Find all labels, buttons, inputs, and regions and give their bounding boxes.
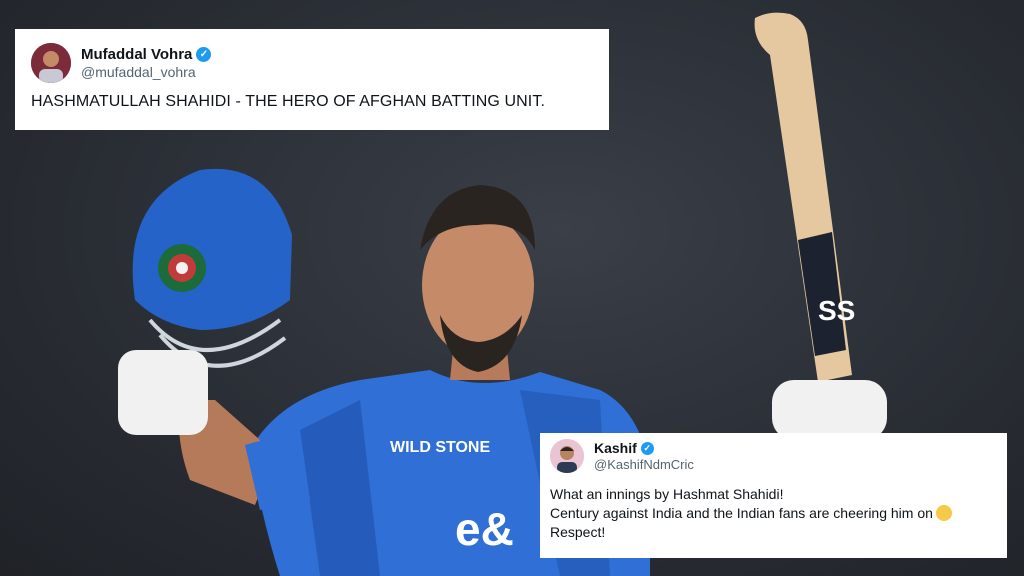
author-name[interactable]: Kashif <box>594 440 637 457</box>
verified-badge-icon: ✓ <box>196 47 212 63</box>
avatar[interactable] <box>550 439 584 473</box>
author-handle[interactable]: @mufaddal_vohra <box>81 64 211 81</box>
tweet-text: What an innings by Hashmat Shahidi! Cent… <box>550 485 997 542</box>
tweet-line: What an innings by Hashmat Shahidi! <box>550 486 784 502</box>
tweet-header: Kashif ✓ @KashifNdmCric <box>550 439 997 473</box>
right-glove <box>772 380 887 440</box>
verified-badge-icon: ✓ <box>640 441 654 455</box>
avatar-image <box>31 43 71 83</box>
author-name[interactable]: Mufaddal Vohra <box>81 46 192 64</box>
avatar-image <box>550 439 584 473</box>
jersey-sponsor-text: WILD STONE <box>390 439 490 456</box>
tweet-card-mufaddal[interactable]: Mufaddal Vohra ✓ @mufaddal_vohra HASHMAT… <box>15 29 609 130</box>
author-handle[interactable]: @KashifNdmCric <box>594 457 694 473</box>
tweet-card-kashif[interactable]: Kashif ✓ @KashifNdmCric What an innings … <box>540 433 1007 558</box>
tweet-line: Respect! <box>550 524 606 540</box>
tweet-header: Mufaddal Vohra ✓ @mufaddal_vohra <box>31 43 593 83</box>
tweet-text: HASHMATULLAH SHAHIDI - THE HERO OF AFGHA… <box>31 93 545 110</box>
left-glove <box>118 350 208 435</box>
clapping-hands-icon <box>935 505 952 521</box>
tweet-line-text: Century against India and the Indian fan… <box>550 505 933 521</box>
jersey-logo: e& <box>455 503 514 555</box>
helmet <box>132 168 292 330</box>
avatar[interactable] <box>31 43 71 83</box>
tweet-line: Century against India and the Indian fan… <box>550 504 997 523</box>
author-info: Kashif ✓ @KashifNdmCric <box>594 440 694 472</box>
bat-brand: SS <box>818 295 855 326</box>
author-info: Mufaddal Vohra ✓ @mufaddal_vohra <box>81 46 212 81</box>
